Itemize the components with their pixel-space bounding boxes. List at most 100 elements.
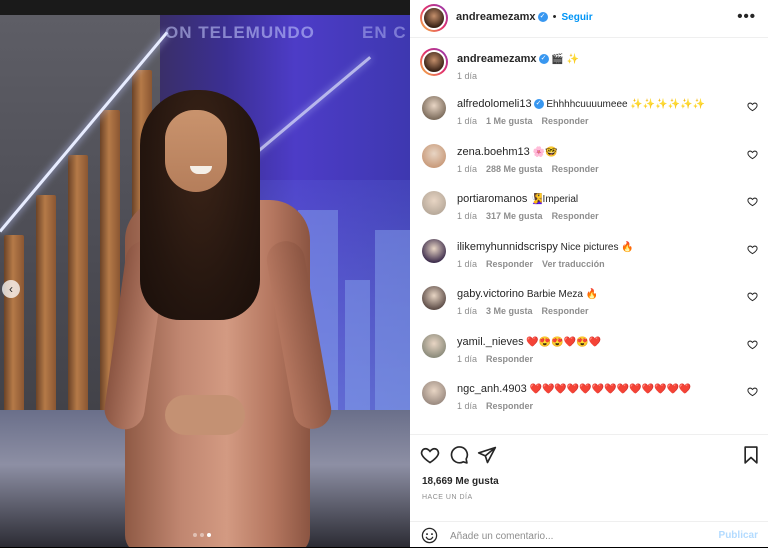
- hands: [165, 395, 245, 435]
- face: [165, 110, 227, 192]
- comment-text: portiaromanos 🧏‍♀️Imperial: [457, 193, 578, 205]
- commenter-username[interactable]: alfredolomeli13: [457, 98, 532, 110]
- comment-meta: 1 día Responder: [457, 354, 533, 364]
- reply-button[interactable]: Responder: [486, 259, 533, 269]
- more-options-icon[interactable]: •••: [737, 8, 756, 25]
- carousel-dot: [193, 533, 197, 537]
- comment-time: 1 día: [457, 401, 478, 411]
- comment-likes[interactable]: 288 Me gusta: [486, 164, 543, 174]
- comment-text: alfredolomeli13 ✓ Ehhhhcuuuumeee ✨✨✨✨✨✨: [457, 98, 705, 110]
- caption-emojis: 🎬 ✨: [551, 54, 579, 65]
- follow-button[interactable]: Seguir: [561, 12, 592, 23]
- reply-button[interactable]: Responder: [552, 164, 599, 174]
- comment-text: yamil._nieves ❤️😍😍❤️😍❤️: [457, 336, 601, 348]
- commenter-avatar[interactable]: [422, 286, 446, 310]
- share-paper-plane-icon[interactable]: [477, 445, 497, 465]
- comment-meta: 1 día 288 Me gusta Responder: [457, 164, 599, 174]
- comment-like-heart-icon[interactable]: [747, 291, 758, 302]
- building: [375, 230, 410, 420]
- comment-like-heart-icon[interactable]: [747, 386, 758, 397]
- instagram-post-modal: ON TELEMUNDO EN C ‹ andreamezamx ✓ • Seg…: [0, 0, 768, 547]
- commenter-username[interactable]: gaby.victorino: [457, 288, 524, 300]
- avatar-image: [422, 50, 446, 74]
- avatar-image: [422, 6, 446, 30]
- reply-button[interactable]: Responder: [486, 401, 533, 411]
- comment-text: ngc_anh.4903 ❤️❤️❤️❤️❤️❤️❤️❤️❤️❤️❤️❤️❤️: [457, 383, 691, 395]
- comment-bubble-icon[interactable]: [449, 445, 469, 465]
- commenter-avatar[interactable]: [422, 333, 446, 358]
- add-comment-bar: Publicar: [410, 521, 768, 548]
- comment-like-heart-icon[interactable]: [747, 101, 758, 112]
- post-time-ago: HACE UN DÍA: [422, 494, 473, 501]
- comment-like-heart-icon[interactable]: [747, 339, 758, 350]
- likes-count[interactable]: 18,669 Me gusta: [422, 476, 499, 487]
- comment-likes[interactable]: 1 Me gusta: [486, 116, 533, 126]
- studio-sign-right: EN C: [362, 23, 407, 42]
- comment-likes[interactable]: 3 Me gusta: [486, 306, 533, 316]
- header-user-line: andreamezamx ✓ • Seguir: [456, 11, 593, 23]
- commenter-avatar[interactable]: [422, 238, 446, 263]
- comment-meta: 1 día Responder Ver traducción: [457, 259, 605, 269]
- comment-time: 1 día: [457, 306, 478, 316]
- comment-like-heart-icon[interactable]: [747, 149, 758, 160]
- comment-time: 1 día: [457, 353, 478, 364]
- commenter-username[interactable]: yamil._nieves: [457, 336, 524, 348]
- comment-body: ❤️❤️❤️❤️❤️❤️❤️❤️❤️❤️❤️❤️❤️: [529, 384, 692, 395]
- comment-body: Ehhhhcuuuumeee ✨✨✨✨✨✨: [546, 99, 706, 110]
- post-header: andreamezamx ✓ • Seguir •••: [410, 0, 768, 38]
- verified-icon: ✓: [537, 12, 548, 23]
- comment-time: 1 día: [457, 258, 478, 269]
- commenter-avatar[interactable]: [422, 96, 446, 120]
- post-photo[interactable]: ON TELEMUNDO EN C ‹: [0, 15, 410, 547]
- author-avatar[interactable]: [420, 48, 448, 76]
- studio-sign: ON TELEMUNDO: [165, 23, 315, 42]
- comment-text: gaby.victorino Barbie Meza 🔥: [457, 288, 598, 300]
- comment-meta: 1 día Responder: [457, 401, 533, 411]
- comment-body: 🌸🤓: [532, 146, 558, 158]
- like-heart-icon[interactable]: [420, 445, 440, 465]
- commenter-username[interactable]: zena.boehm13: [457, 146, 530, 158]
- caption-username[interactable]: andreamezamx: [457, 53, 537, 65]
- commenter-avatar[interactable]: [422, 143, 446, 168]
- comment-time: 1 día: [457, 211, 478, 221]
- comment-meta: 1 día 3 Me gusta Responder: [457, 306, 589, 316]
- commenter-username[interactable]: ngc_anh.4903: [457, 383, 527, 395]
- author-avatar[interactable]: [420, 4, 448, 32]
- comment-input[interactable]: [450, 527, 700, 545]
- carousel-dot-active: [207, 533, 211, 537]
- separator-dot: •: [552, 11, 557, 23]
- reply-button[interactable]: Responder: [552, 211, 599, 221]
- carousel-dot: [200, 533, 204, 537]
- comment-likes[interactable]: 317 Me gusta: [486, 211, 543, 221]
- comments-list[interactable]: andreamezamx ✓ 🎬 ✨ 1 día alfredolomeli13 ✓…: [410, 39, 768, 433]
- bookmark-icon[interactable]: [741, 445, 761, 465]
- comment-body: 🧏‍♀️Imperial: [530, 194, 579, 205]
- author-username[interactable]: andreamezamx: [456, 11, 536, 23]
- comment-meta: 1 día 317 Me gusta Responder: [457, 211, 599, 221]
- person-figure: [101, 90, 335, 547]
- carousel-dots: [193, 533, 211, 537]
- reply-button[interactable]: Responder: [486, 354, 533, 364]
- publish-button[interactable]: Publicar: [719, 530, 758, 541]
- comment-text: zena.boehm13 🌸🤓: [457, 146, 557, 158]
- modal-top-strip: [0, 0, 410, 15]
- see-translation-button[interactable]: Ver traducción: [542, 259, 605, 269]
- commenter-avatar[interactable]: [422, 381, 446, 405]
- commenter-username[interactable]: ilikemyhunnidscrispy: [457, 241, 558, 253]
- comment-like-heart-icon[interactable]: [747, 196, 758, 207]
- commenter-username[interactable]: portiaromanos: [457, 193, 527, 205]
- reply-button[interactable]: Responder: [542, 116, 589, 126]
- previous-slide-button[interactable]: ‹: [2, 280, 20, 298]
- comment-time: 1 día: [457, 163, 478, 174]
- commenter-avatar[interactable]: [422, 191, 446, 215]
- comment-body: ❤️😍😍❤️😍❤️: [526, 336, 602, 348]
- post-actions: 18,669 Me gusta HACE UN DÍA Publicar: [410, 434, 768, 547]
- emoji-picker-icon[interactable]: [421, 527, 438, 544]
- comment-text: ilikemyhunnidscrispy Nice pictures 🔥: [457, 241, 634, 253]
- building: [345, 280, 370, 420]
- comment-like-heart-icon[interactable]: [747, 244, 758, 255]
- verified-icon: ✓: [538, 54, 549, 65]
- comment-time: 1 día: [457, 116, 478, 126]
- reply-button[interactable]: Responder: [542, 306, 589, 316]
- post-side-panel: andreamezamx ✓ • Seguir ••• andreamezamx ✓…: [410, 0, 768, 547]
